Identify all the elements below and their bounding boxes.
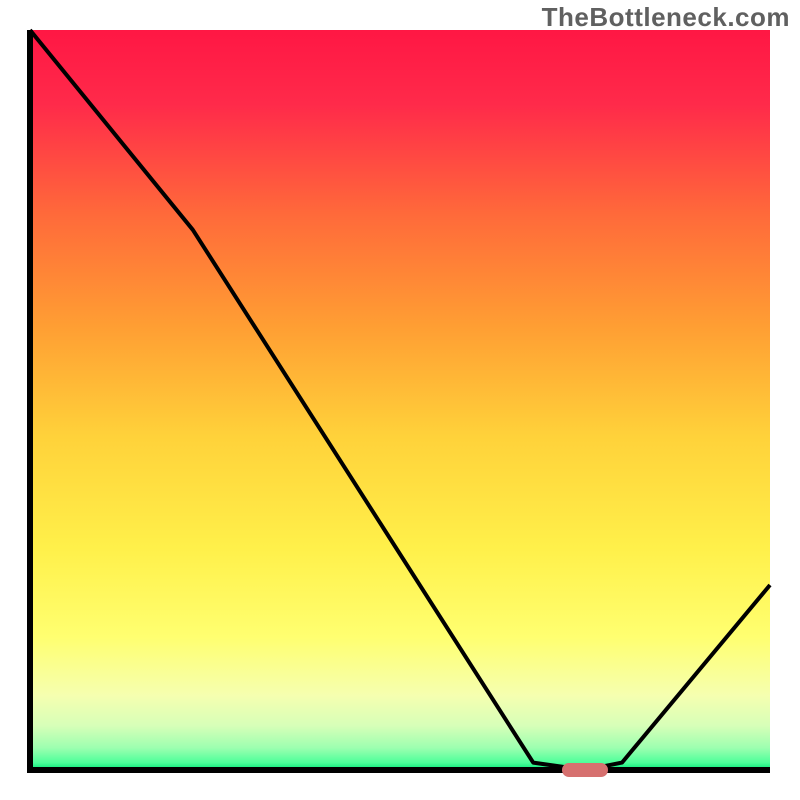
optimal-marker: [562, 763, 608, 777]
chart-container: TheBottleneck.com: [0, 0, 800, 800]
bottleneck-chart: [0, 0, 800, 800]
gradient-background: [30, 30, 770, 770]
watermark-text: TheBottleneck.com: [542, 2, 790, 33]
